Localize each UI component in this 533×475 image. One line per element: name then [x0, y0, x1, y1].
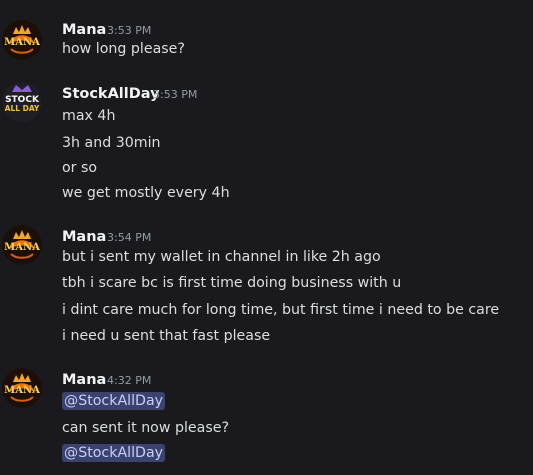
avatar[interactable]: MANA — [2, 368, 42, 408]
message-text: i need u sent that fast please — [62, 328, 271, 344]
message-text: can sent it now please? — [62, 420, 230, 436]
mana-logo-avatar-icon: MANA — [2, 225, 42, 265]
message-text: or so — [62, 160, 98, 176]
mana-logo-avatar-icon: MANA — [2, 20, 42, 60]
message-text: tbh i scare bc is first time doing busin… — [62, 275, 402, 291]
avatar[interactable]: MANA — [2, 20, 42, 60]
user-mention[interactable]: @StockAllDay — [62, 392, 166, 410]
stockallday-logo-avatar-icon: STOCK ALL DAY — [2, 82, 42, 122]
message-text: i dint care much for long time, but firs… — [62, 302, 500, 318]
timestamp: 3:54 PM — [107, 231, 152, 244]
avatar-text: ALL DAY — [5, 104, 40, 113]
message-text: @StockAllDay — [62, 443, 166, 463]
username[interactable]: Mana — [62, 228, 106, 246]
message-text: 3h and 30min — [62, 135, 161, 151]
avatar[interactable]: STOCK ALL DAY — [2, 82, 42, 122]
mana-logo-avatar-icon: MANA — [2, 368, 42, 408]
user-mention[interactable]: @StockAllDay — [62, 444, 166, 462]
svg-text:MANA: MANA — [4, 242, 40, 253]
message-text: how long please? — [62, 41, 185, 57]
username[interactable]: Mana — [62, 21, 106, 39]
message-text: but i sent my wallet in channel in like … — [62, 249, 381, 265]
message-text: max 4h — [62, 108, 116, 124]
message-text: we get mostly every 4h — [62, 185, 230, 201]
username[interactable]: StockAllDay — [62, 85, 160, 103]
message-text: @StockAllDay — [62, 391, 166, 411]
username[interactable]: Mana — [62, 371, 106, 389]
svg-text:MANA: MANA — [4, 37, 40, 48]
timestamp: 3:53 PM — [153, 88, 198, 101]
timestamp: 3:53 PM — [107, 24, 152, 37]
avatar[interactable]: MANA — [2, 225, 42, 265]
svg-text:MANA: MANA — [4, 385, 40, 396]
timestamp: 4:32 PM — [107, 374, 152, 387]
